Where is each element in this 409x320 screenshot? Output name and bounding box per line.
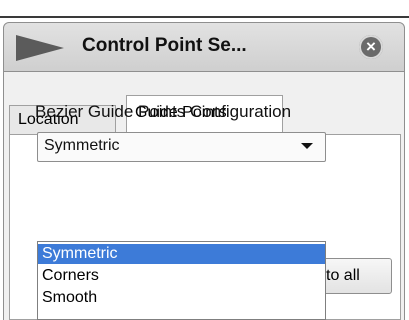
select-value: Symmetric <box>44 137 120 154</box>
collapse-arrow-icon[interactable] <box>16 35 64 61</box>
guide-points-select[interactable]: Symmetric <box>37 132 326 162</box>
panel-header: Control Point Se... × <box>3 22 405 72</box>
chevron-down-icon[interactable] <box>301 143 313 149</box>
top-edge <box>0 0 409 18</box>
config-label: Bezier Guide Points Configuration <box>35 102 292 121</box>
option-smooth[interactable]: Smooth <box>38 288 325 308</box>
dropdown-list: Symmetric Corners Smooth <box>37 241 326 320</box>
option-corners[interactable]: Corners <box>38 266 325 286</box>
top-divider <box>0 16 409 18</box>
option-symmetric[interactable]: Symmetric <box>38 244 325 264</box>
close-icon[interactable]: × <box>359 35 383 59</box>
panel-title: Control Point Se... <box>82 35 247 56</box>
